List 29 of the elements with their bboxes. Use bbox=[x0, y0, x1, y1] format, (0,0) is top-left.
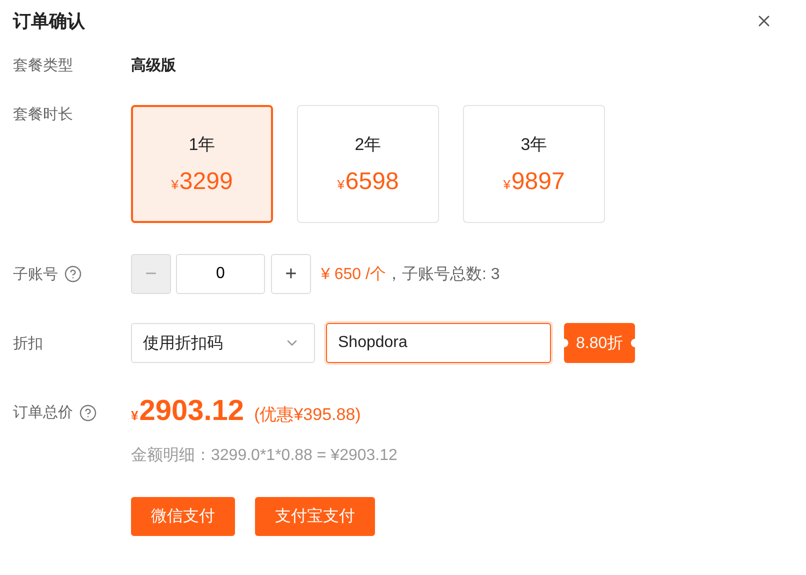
term-label: 2年 bbox=[354, 134, 382, 156]
price-text: ¥9897 bbox=[503, 168, 565, 196]
field-label: 折扣 bbox=[13, 334, 43, 352]
savings-text: (优惠¥395.88) bbox=[254, 404, 361, 426]
total-price: ¥2903.12 bbox=[131, 395, 244, 428]
increment-button[interactable]: + bbox=[271, 254, 311, 294]
discount-rate-tag: 8.80折 bbox=[564, 323, 636, 363]
field-label: 订单总价 bbox=[13, 403, 73, 422]
help-icon[interactable] bbox=[79, 404, 97, 422]
discount-method-select[interactable]: 使用折扣码 bbox=[131, 323, 315, 363]
term-label: 1年 bbox=[188, 134, 216, 156]
dialog-title: 订单确认 bbox=[13, 10, 85, 33]
price-breakdown: 金额明细：3299.0*1*0.88 = ¥2903.12 bbox=[131, 446, 398, 466]
field-label: 套餐类型 bbox=[13, 56, 73, 75]
total-accounts-text: 子账号总数: 3 bbox=[402, 264, 500, 284]
separator-text: ， bbox=[386, 264, 402, 284]
duration-option[interactable]: 3年 ¥9897 bbox=[463, 105, 605, 223]
quantity-field[interactable]: 0 bbox=[176, 254, 265, 294]
duration-option[interactable]: 2年 ¥6598 bbox=[297, 105, 439, 223]
help-icon[interactable] bbox=[64, 265, 82, 283]
field-label: 套餐时长 bbox=[13, 105, 73, 124]
unit-price-text: ¥ 650 /个 bbox=[321, 264, 386, 284]
price-text: ¥6598 bbox=[337, 168, 399, 196]
field-label: 子账号 bbox=[13, 264, 58, 284]
price-text: ¥3299 bbox=[171, 168, 233, 196]
plan-type-value: 高级版 bbox=[131, 56, 176, 75]
term-label: 3年 bbox=[520, 134, 548, 156]
discount-code-field[interactable]: Shopdora bbox=[326, 323, 551, 363]
duration-option[interactable]: 1年 ¥3299 bbox=[131, 105, 273, 223]
